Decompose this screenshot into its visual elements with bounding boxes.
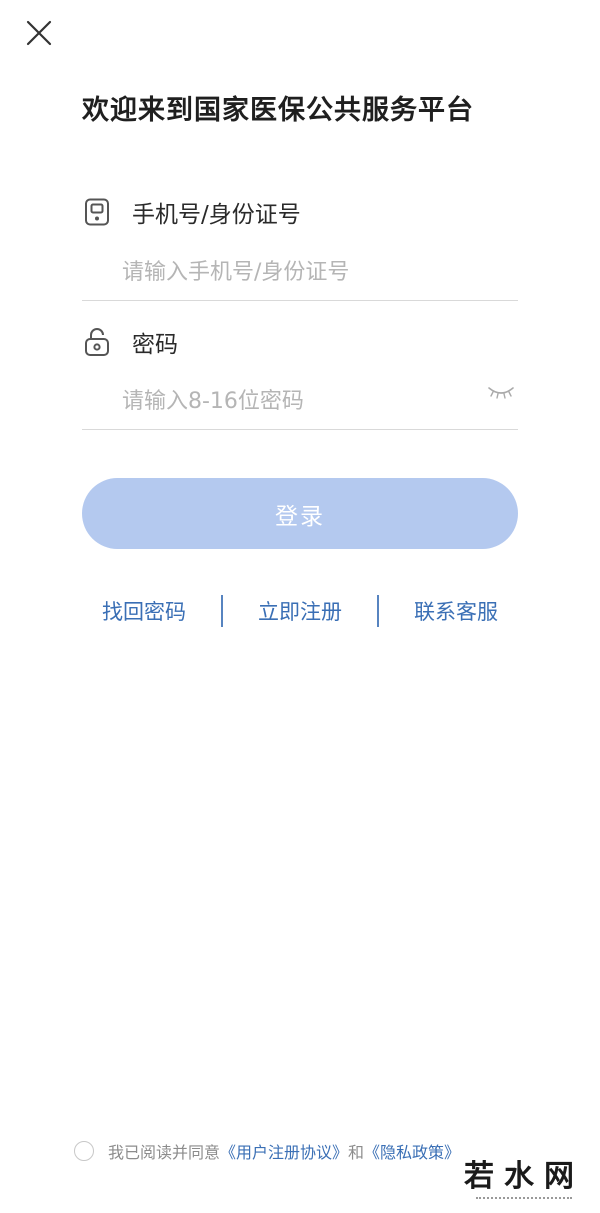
agreement-conjunction: 和 — [348, 1143, 365, 1162]
close-icon — [26, 20, 52, 46]
agreement-prefix: 我已阅读并同意 — [108, 1143, 221, 1162]
page-title: 欢迎来到国家医保公共服务平台 — [82, 95, 474, 126]
auxiliary-links: 找回密码 立即注册 联系客服 — [82, 594, 518, 628]
register-link[interactable]: 立即注册 — [238, 596, 362, 626]
password-field-label: 密码 — [132, 332, 178, 358]
password-visibility-toggle[interactable] — [486, 383, 516, 403]
user-agreement-link[interactable]: 《用户注册协议》 — [220, 1139, 348, 1163]
lock-icon — [82, 327, 112, 357]
eye-closed-icon — [488, 387, 514, 399]
agreement-checkbox[interactable] — [74, 1141, 94, 1161]
link-divider — [221, 595, 223, 627]
phone-label-row: 手机号/身份证号 — [82, 194, 301, 230]
agreement-row: 我已阅读并同意 《用户注册协议》 和 《隐私政策》 — [74, 1139, 460, 1163]
contact-service-link[interactable]: 联系客服 — [394, 596, 518, 626]
phone-field-label: 手机号/身份证号 — [132, 202, 301, 228]
phone-input[interactable] — [122, 244, 482, 300]
password-input-wrapper — [82, 373, 518, 430]
privacy-policy-link[interactable]: 《隐私政策》 — [364, 1139, 460, 1163]
watermark-logo: 若水网 — [464, 1151, 584, 1205]
login-button[interactable]: 登录 — [82, 478, 518, 549]
close-button[interactable] — [20, 14, 58, 52]
forgot-password-link[interactable]: 找回密码 — [82, 596, 206, 626]
phone-icon — [82, 197, 112, 227]
phone-input-wrapper — [82, 244, 518, 301]
password-label-row: 密码 — [82, 324, 178, 360]
watermark-underline — [476, 1197, 572, 1205]
watermark-text: 若水网 — [464, 1159, 584, 1194]
link-divider — [377, 595, 379, 627]
password-input[interactable] — [122, 373, 482, 429]
